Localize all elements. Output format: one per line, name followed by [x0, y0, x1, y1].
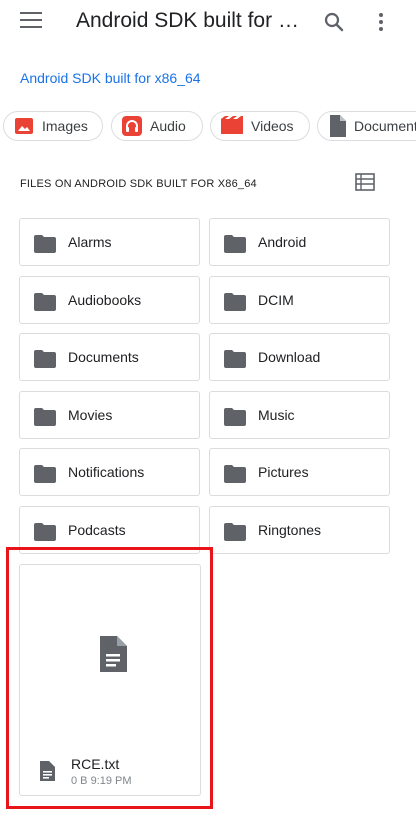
folder-icon: [34, 235, 56, 253]
app-bar-title: Android SDK built for x86_64: [76, 9, 304, 32]
section-header: FILES ON ANDROID SDK BUILT FOR X86_64: [20, 178, 257, 190]
folder-name: Music: [258, 406, 295, 423]
folder-name: Ringtones: [258, 522, 322, 538]
folder-name: Android: [258, 234, 307, 250]
movie-icon: [221, 116, 243, 134]
folder-item[interactable]: Download: [209, 333, 390, 382]
folder-icon: [34, 523, 56, 541]
folder-item[interactable]: Podcasts: [19, 506, 200, 554]
folder-icon: [224, 465, 246, 484]
folder-name: Documents: [68, 349, 139, 366]
folder-item[interactable]: Music: [209, 390, 390, 439]
folder-item[interactable]: Movies: [19, 390, 200, 439]
search-icon[interactable]: [322, 10, 346, 34]
chip-images[interactable]: Images: [3, 111, 103, 141]
chip-videos[interactable]: Videos: [210, 111, 310, 141]
folder-icon: [224, 235, 246, 253]
folder-item[interactable]: Documents: [19, 333, 200, 382]
hamburger-menu-icon[interactable]: [20, 12, 42, 30]
folder-item[interactable]: DCIM: [209, 275, 390, 324]
chip-audio-label: Audio: [150, 118, 186, 134]
filter-chips: Images Audio Videos Documents: [0, 111, 416, 143]
folder-name: Download: [258, 349, 321, 366]
folder-name: Podcasts: [68, 522, 126, 538]
image-icon: [15, 118, 33, 134]
chip-images-label: Images: [42, 118, 88, 134]
more-vert-icon[interactable]: [369, 10, 393, 34]
folder-name: Pictures: [258, 464, 309, 481]
folder-icon: [224, 523, 246, 541]
folder-item[interactable]: Ringtones: [209, 506, 390, 554]
chip-documents-label: Documents: [354, 118, 416, 134]
folder-name: Movies: [68, 406, 113, 423]
folder-icon: [34, 407, 56, 426]
folder-name: Audiobooks: [68, 291, 142, 308]
folder-icon: [34, 465, 56, 484]
folder-item[interactable]: Android: [209, 218, 390, 266]
file-name: RCE.txt: [71, 756, 120, 772]
breadcrumb-root[interactable]: Android SDK built for x86_64: [20, 70, 201, 86]
folder-icon: [224, 407, 246, 426]
document-icon: [330, 115, 346, 137]
folder-item[interactable]: Alarms: [19, 218, 200, 266]
folder-item[interactable]: Notifications: [19, 448, 200, 497]
file-meta: 0 B 9:19 PM: [71, 775, 132, 787]
folder-item[interactable]: Pictures: [209, 448, 390, 497]
folder-name: Alarms: [68, 234, 112, 250]
text-file-small-icon: [40, 761, 55, 781]
folder-icon: [224, 350, 246, 369]
folder-name: Notifications: [68, 464, 145, 481]
folder-icon: [224, 292, 246, 311]
text-file-icon: [100, 636, 127, 672]
app-bar: Android SDK built for x86_64: [0, 0, 416, 44]
folder-icon: [34, 350, 56, 369]
headphones-icon: [122, 116, 142, 136]
chip-videos-label: Videos: [251, 118, 294, 134]
list-view-icon[interactable]: [355, 173, 377, 193]
file-card-rce[interactable]: RCE.txt 0 B 9:19 PM: [19, 564, 201, 796]
chip-audio[interactable]: Audio: [111, 111, 203, 141]
folder-name: DCIM: [258, 291, 294, 308]
folder-icon: [34, 292, 56, 311]
chip-documents[interactable]: Documents: [317, 111, 416, 141]
folder-item[interactable]: Audiobooks: [19, 275, 200, 324]
